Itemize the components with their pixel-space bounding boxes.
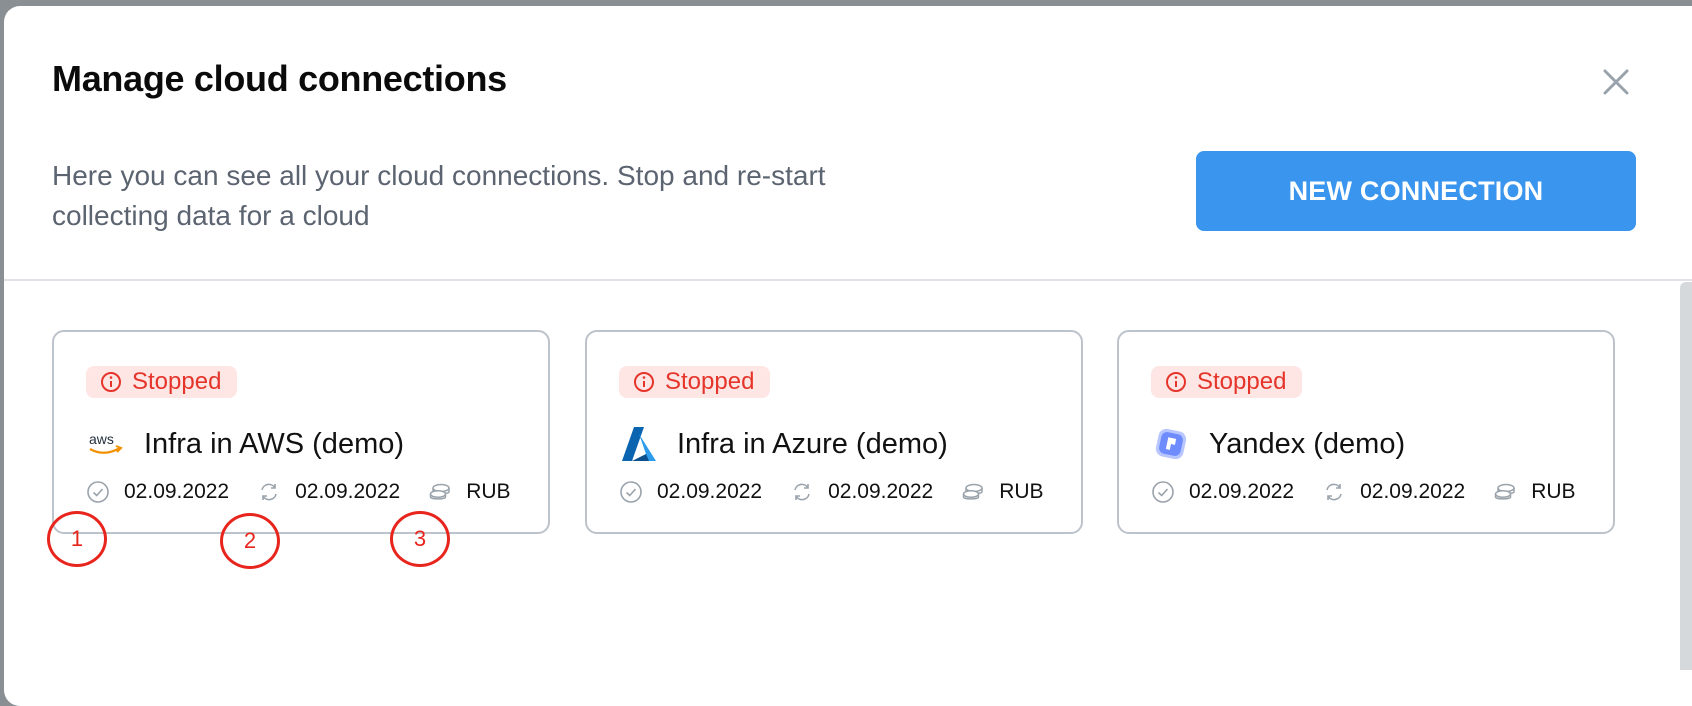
connected-date: 02.09.2022 <box>86 480 229 504</box>
last-sync-date-value: 02.09.2022 <box>828 480 934 503</box>
connection-name[interactable]: Yandex (demo) <box>1209 428 1405 461</box>
connection-card-azure[interactable]: Stopped Infra in Azure (demo) 02.09.2022 <box>585 330 1083 534</box>
status-badge: Stopped <box>86 366 238 398</box>
connection-card-yandex[interactable]: Stopped Yandex (demo) 02.09.2022 02.09.2… <box>1117 330 1615 534</box>
annotation-marker-3: 3 <box>390 511 450 567</box>
info-icon <box>1166 372 1186 392</box>
status-label: Stopped <box>132 368 222 395</box>
scrollbar[interactable] <box>1680 282 1692 670</box>
connection-name[interactable]: Infra in Azure (demo) <box>677 428 948 461</box>
coins-icon <box>429 483 450 500</box>
currency: RUB <box>1493 480 1576 504</box>
last-sync-date-value: 02.09.2022 <box>295 480 401 503</box>
status-badge: Stopped <box>1151 366 1303 398</box>
coins-icon <box>1494 483 1515 500</box>
currency-value: RUB <box>999 480 1044 503</box>
currency-value: RUB <box>1531 480 1576 503</box>
status-label: Stopped <box>1197 368 1287 395</box>
header-divider <box>4 279 1692 281</box>
currency-value: RUB <box>466 480 511 503</box>
coins-icon <box>962 483 983 500</box>
connected-date: 02.09.2022 <box>619 480 762 504</box>
last-sync-date: 02.09.2022 <box>257 480 400 504</box>
connected-date-value: 02.09.2022 <box>124 480 230 503</box>
info-icon <box>634 372 654 392</box>
status-badge: Stopped <box>619 366 771 398</box>
refresh-icon <box>1326 483 1342 501</box>
last-sync-date: 02.09.2022 <box>1322 480 1465 504</box>
check-circle-icon <box>620 481 642 503</box>
currency: RUB <box>961 480 1044 504</box>
azure-logo-icon <box>619 424 659 464</box>
check-circle-icon <box>87 481 109 503</box>
yandex-cloud-logo-icon <box>1151 424 1191 464</box>
last-sync-date-value: 02.09.2022 <box>1360 480 1466 503</box>
status-label: Stopped <box>665 368 755 395</box>
check-circle-icon <box>1152 481 1174 503</box>
svg-text:aws: aws <box>89 431 114 447</box>
connected-date: 02.09.2022 <box>1151 480 1294 504</box>
aws-logo-icon: aws <box>86 424 126 464</box>
annotation-marker-1: 1 <box>47 511 107 567</box>
info-icon <box>101 372 121 392</box>
close-icon[interactable] <box>1600 66 1632 98</box>
refresh-icon <box>261 483 277 501</box>
currency: RUB <box>428 480 511 504</box>
connection-card-aws[interactable]: Stopped aws Infra in AWS (demo) 02.09.20… <box>52 330 550 534</box>
connected-date-value: 02.09.2022 <box>1189 480 1295 503</box>
new-connection-button[interactable]: NEW CONNECTION <box>1196 151 1636 231</box>
dialog-title: Manage cloud connections <box>52 58 507 99</box>
annotation-marker-2: 2 <box>220 513 280 569</box>
connection-name[interactable]: Infra in AWS (demo) <box>144 428 404 461</box>
dialog-description: Here you can see all your cloud connecti… <box>52 160 826 231</box>
last-sync-date: 02.09.2022 <box>790 480 933 504</box>
connected-date-value: 02.09.2022 <box>657 480 763 503</box>
refresh-icon <box>794 483 810 501</box>
